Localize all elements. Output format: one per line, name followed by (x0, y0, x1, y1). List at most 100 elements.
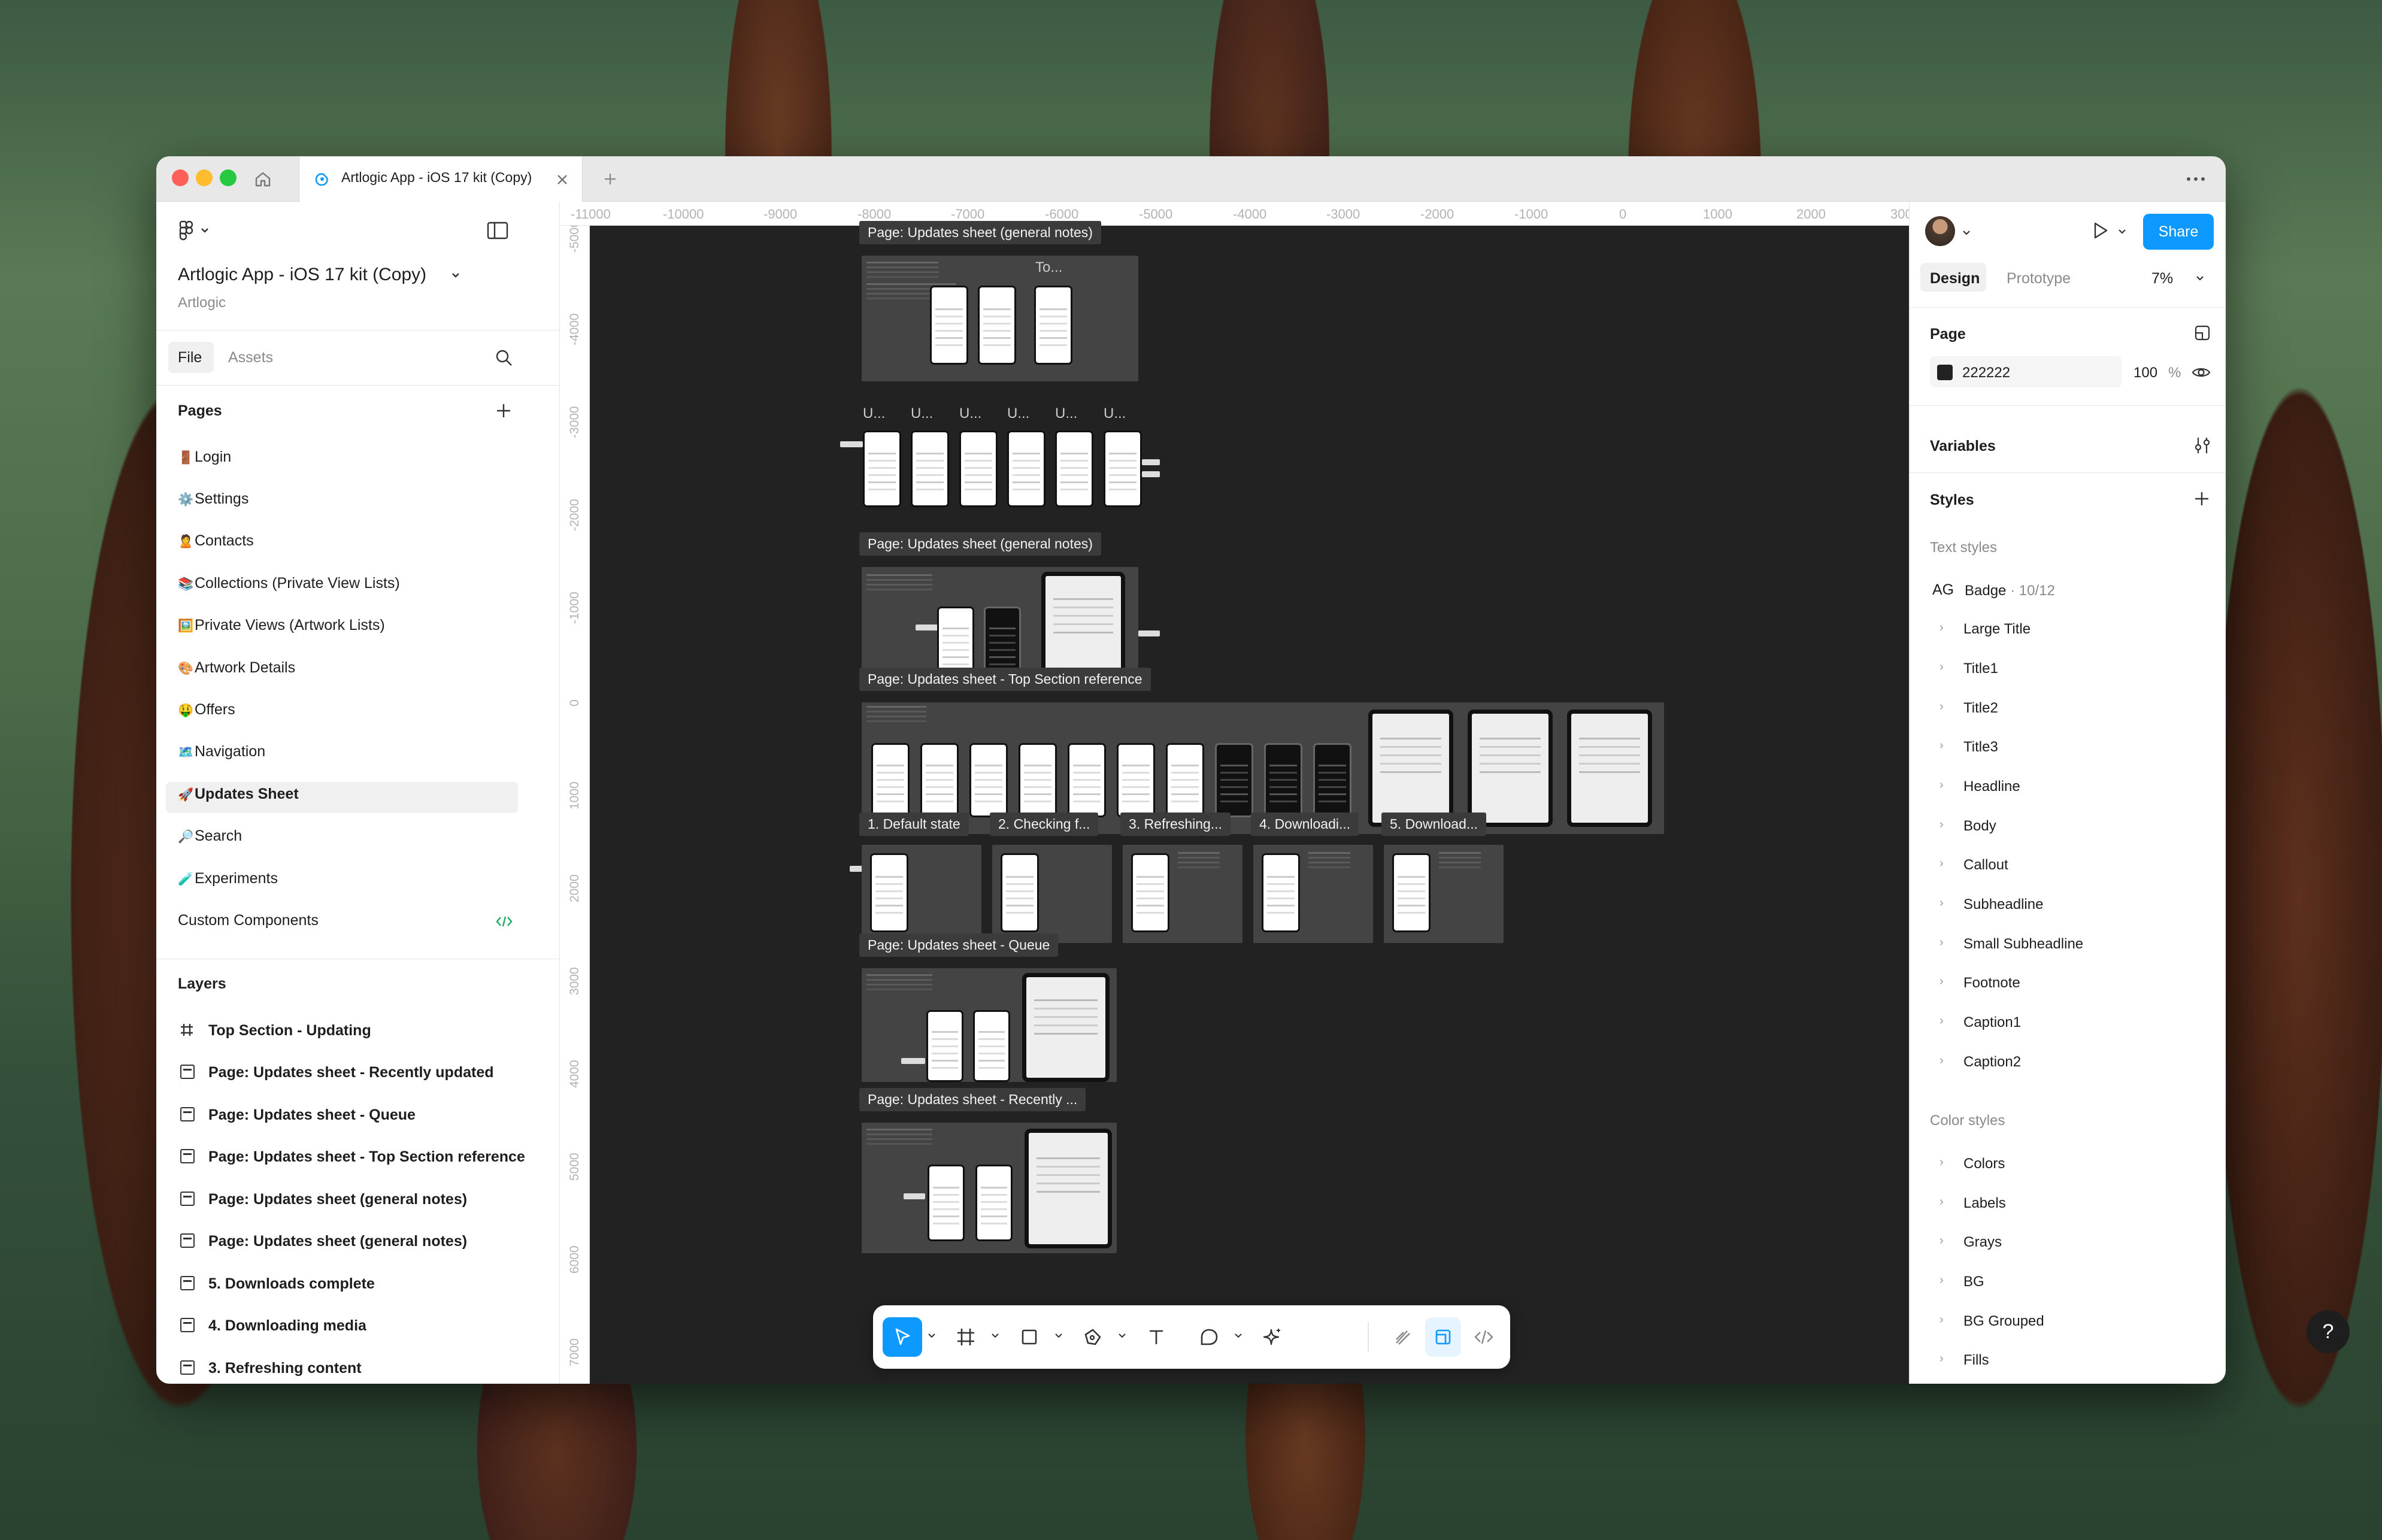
page-item-search[interactable]: 🔎Search (178, 827, 242, 845)
new-tab-icon[interactable] (601, 169, 620, 189)
section-label[interactable]: Page: Updates sheet (general notes) (859, 221, 1101, 244)
chevron-down-icon[interactable] (927, 1330, 937, 1340)
chevron-right-icon[interactable]: › (1939, 975, 1944, 989)
chevron-down-icon[interactable] (2195, 272, 2205, 283)
chevron-down-icon[interactable] (450, 269, 462, 281)
chevron-right-icon[interactable]: › (1939, 857, 1944, 871)
text-style-group[interactable]: Callout (1963, 857, 2008, 874)
chevron-right-icon[interactable]: › (1939, 621, 1944, 635)
avatar[interactable] (1925, 216, 1955, 246)
chevron-right-icon[interactable]: › (1939, 896, 1944, 910)
section-queue[interactable] (862, 968, 1117, 1082)
color-style-group[interactable]: Colors (1963, 1156, 2005, 1172)
text-style-group[interactable]: Title1 (1963, 660, 1998, 677)
section-label[interactable]: Page: Updates sheet - Queue (859, 933, 1059, 957)
state-label[interactable]: 5. Download... (1381, 813, 1487, 836)
chevron-down-icon[interactable] (1961, 227, 1972, 238)
state-label[interactable]: 1. Default state (859, 813, 969, 836)
layer-item[interactable]: 5. Downloads complete (208, 1275, 375, 1293)
move-tool-button[interactable] (883, 1317, 922, 1357)
chevron-right-icon[interactable]: › (1939, 1195, 1944, 1209)
text-style-group[interactable]: Subheadline (1963, 896, 2043, 913)
add-style-icon[interactable] (2192, 489, 2211, 508)
layer-item[interactable]: Page: Updates sheet - Queue (208, 1107, 416, 1124)
variables-icon[interactable] (2192, 435, 2213, 456)
team-name[interactable]: Artlogic (178, 295, 226, 311)
text-style-group[interactable]: Headline (1963, 778, 2020, 795)
color-style-group[interactable]: Grays (1963, 1234, 2002, 1251)
chevron-down-icon[interactable] (990, 1330, 1000, 1340)
share-button[interactable]: Share (2143, 214, 2214, 250)
text-style-group[interactable]: Footnote (1963, 975, 2020, 992)
tab-prototype[interactable]: Prototype (2007, 270, 2071, 287)
frame-tool-button[interactable] (946, 1317, 986, 1357)
page-item-offers[interactable]: 🤑Offers (178, 701, 235, 719)
text-style-group[interactable]: Title2 (1963, 700, 1998, 717)
page-item-collections[interactable]: 📚Collections (Private View Lists) (178, 575, 400, 592)
text-style-group[interactable]: Large Title (1963, 621, 2031, 638)
color-style-group[interactable]: BG (1963, 1274, 1984, 1290)
help-button[interactable]: ? (2307, 1310, 2350, 1353)
close-tab-icon[interactable] (553, 171, 571, 189)
layer-item[interactable]: Page: Updates sheet - Top Section refere… (208, 1148, 525, 1166)
page-item-login[interactable]: 🚪Login (178, 448, 231, 466)
page-item-artwork-details[interactable]: 🎨Artwork Details (178, 659, 295, 677)
text-style-group[interactable]: Small Subheadline (1963, 936, 2083, 953)
section-label[interactable]: Page: Updates sheet - Recently ... (859, 1088, 1086, 1111)
chevron-right-icon[interactable]: › (1939, 818, 1944, 832)
chevron-right-icon[interactable]: › (1939, 778, 1944, 792)
state-label[interactable]: 4. Downloadi... (1251, 813, 1359, 836)
chevron-down-icon[interactable] (1234, 1330, 1243, 1340)
close-window-button[interactable] (172, 169, 189, 186)
comment-tool-button[interactable] (1189, 1317, 1229, 1357)
present-play-icon[interactable] (2088, 219, 2112, 242)
page-item-settings[interactable]: ⚙️Settings (178, 490, 248, 508)
design-mode-button[interactable] (1425, 1317, 1461, 1357)
page-color-field[interactable] (1930, 356, 2122, 387)
variables-heading[interactable]: Variables (1930, 438, 1996, 455)
home-icon[interactable] (251, 167, 275, 191)
tab-assets[interactable]: Assets (228, 349, 273, 366)
layer-item[interactable]: Page: Updates sheet - Recently updated (208, 1064, 494, 1081)
page-settings-icon[interactable] (2192, 323, 2213, 343)
section-label[interactable]: Page: Updates sheet (general notes) (859, 532, 1101, 556)
chevron-right-icon[interactable]: › (1939, 1054, 1944, 1068)
state-label[interactable]: 3. Refreshing... (1120, 813, 1231, 836)
page-item-navigation[interactable]: 🗺️Navigation (178, 743, 265, 760)
search-icon[interactable] (494, 348, 514, 368)
color-style-group[interactable]: Fills (1963, 1352, 1989, 1369)
page-item-experiments[interactable]: 🧪Experiments (178, 870, 278, 887)
state-label[interactable]: 2. Checking f... (990, 813, 1099, 836)
section-recently-updated[interactable] (862, 1123, 1117, 1253)
page-item-updates-sheet[interactable]: 🚀Updates Sheet (178, 786, 299, 803)
layer-item[interactable]: 4. Downloading media (208, 1317, 366, 1335)
canvas[interactable]: -11000 -10000 -9000 -8000 -7000 -6000 -5… (560, 202, 1909, 1384)
text-style-badge[interactable]: Badge · 10/12 (1965, 583, 2055, 599)
text-tool-button[interactable] (1137, 1317, 1176, 1357)
chevron-right-icon[interactable]: › (1939, 700, 1944, 714)
chevron-right-icon[interactable]: › (1939, 739, 1944, 753)
draw-mode-button[interactable] (1384, 1317, 1420, 1357)
file-tab[interactable]: Artlogic App - iOS 17 kit (Copy) (299, 156, 583, 202)
chevron-right-icon[interactable]: › (1939, 1014, 1944, 1028)
chevron-down-icon[interactable] (1117, 1330, 1127, 1340)
text-style-group[interactable]: Caption2 (1963, 1054, 2021, 1071)
layer-item[interactable]: Page: Updates sheet (general notes) (208, 1233, 467, 1250)
page-item-private-views[interactable]: 🖼️Private Views (Artwork Lists) (178, 617, 385, 634)
section-general-notes-1[interactable]: To... (862, 256, 1138, 381)
chevron-right-icon[interactable]: › (1939, 936, 1944, 950)
text-style-group[interactable]: Title3 (1963, 739, 1998, 756)
page-item-custom-components[interactable]: Custom Components (178, 912, 319, 929)
chevron-right-icon[interactable]: › (1939, 1156, 1944, 1169)
zoom-window-button[interactable] (220, 169, 237, 186)
chevron-right-icon[interactable]: › (1939, 1313, 1944, 1327)
chevron-down-icon[interactable] (1054, 1330, 1063, 1340)
canvas-stage[interactable]: Page: Updates sheet (general notes) To..… (590, 221, 1909, 1384)
toggle-sidebar-icon[interactable] (487, 221, 508, 240)
shape-tool-button[interactable] (1010, 1317, 1049, 1357)
minimize-window-button[interactable] (196, 169, 213, 186)
page-opacity[interactable]: 100 (2134, 365, 2157, 381)
main-menu-icon[interactable] (178, 220, 213, 241)
section-general-notes-2[interactable] (862, 567, 1138, 680)
text-style-group[interactable]: Body (1963, 818, 1996, 835)
